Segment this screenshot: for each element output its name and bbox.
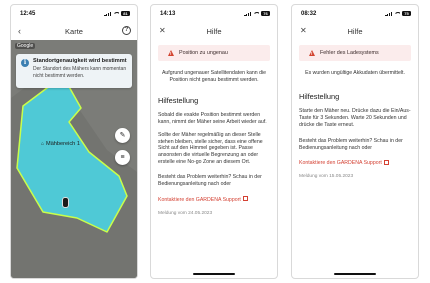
support-question: Besteht das Problem weiterhin? Schau in …: [299, 137, 403, 151]
mower-marker[interactable]: [62, 197, 69, 208]
cellular-signal-icon: [104, 11, 111, 16]
page-title: Hilfe: [347, 26, 363, 36]
map-layers-icon[interactable]: ≡: [115, 150, 130, 165]
battery-icon: 75: [402, 11, 411, 16]
help-screen-charging: 08:32 75 ✕ Hilfe Fehler des Ladesystems …: [291, 4, 419, 279]
nav-bar: ‹ Karte ?: [11, 22, 137, 40]
message-date: Meldung vom 24.05.2023: [158, 210, 213, 216]
status-icons: 81: [104, 11, 130, 16]
warning-icon: [168, 50, 174, 56]
section-title: Hilfestellung: [158, 95, 199, 105]
support-link-text[interactable]: Kontaktiere den GARDENA Support: [158, 197, 241, 203]
help-paragraph-1: Sobald die exakte Position bestimmt werd…: [158, 111, 267, 125]
notification-title: Standortgenauigkeit wird bestimmt: [33, 58, 127, 64]
warning-icon: [309, 50, 315, 56]
help-icon[interactable]: ?: [122, 26, 131, 35]
mowing-area-label[interactable]: ⌂ Mähbereich 1: [41, 141, 80, 147]
help-paragraph-2: Sollte der Mäher regelmäßig an dieser St…: [158, 131, 263, 166]
support-question: Besteht das Problem weiterhin? Schau in …: [158, 174, 262, 188]
wifi-icon: [253, 11, 259, 16]
battery-icon: 76: [261, 11, 270, 16]
alert-text: Fehler des Ladesystems: [320, 50, 379, 56]
alert-text: Position zu ungenau: [179, 50, 228, 56]
mowing-area-name: Mähbereich 1: [46, 141, 80, 147]
section-title: Hilfestellung: [299, 91, 340, 101]
notification-body: Der Standort des Mähers kann momentan ni…: [33, 66, 127, 79]
home-indicator: [334, 273, 376, 275]
external-link-icon: [383, 159, 389, 165]
help-screen-position: 14:13 76 ✕ Hilfe Position zu ungenau Auf…: [150, 4, 278, 279]
cellular-signal-icon: [385, 11, 392, 16]
close-icon[interactable]: ✕: [159, 25, 166, 37]
status-bar: 08:32 75: [292, 5, 418, 22]
support-link[interactable]: Kontaktiere den GARDENA Support: [158, 188, 270, 206]
support-link[interactable]: Kontaktiere den GARDENA Support: [299, 151, 411, 169]
status-bar: 14:13 76: [151, 5, 277, 22]
nav-bar: ✕ Hilfe: [292, 22, 418, 40]
pencil-icon[interactable]: ✎: [115, 128, 130, 143]
home-icon: ⌂: [41, 141, 45, 147]
page-title: Karte: [65, 26, 83, 36]
map-view[interactable]: Google i Standortgenauigkeit wird bestim…: [11, 40, 137, 278]
wifi-icon: [113, 11, 119, 16]
status-icons: 75: [385, 11, 411, 16]
error-alert: Position zu ungenau: [158, 45, 270, 61]
home-indicator: [193, 273, 235, 275]
map-logo: Google: [15, 43, 36, 49]
error-description: Es wurden ungültige Akkudaten übermittel…: [305, 70, 405, 76]
battery-icon: 81: [121, 11, 130, 16]
info-icon: i: [21, 59, 29, 67]
back-arrow-icon[interactable]: ‹: [18, 25, 21, 37]
status-time: 12:45: [20, 10, 36, 17]
status-time: 08:32: [301, 10, 317, 17]
message-date: Meldung vom 15.05.2023: [299, 174, 354, 180]
status-time: 14:13: [160, 10, 176, 17]
accuracy-notification: i Standortgenauigkeit wird bestimmt Der …: [16, 54, 132, 88]
help-content: Position zu ungenau Aufgrund ungenauer S…: [151, 45, 277, 216]
help-content: Fehler des Ladesystems Es wurden ungülti…: [292, 45, 418, 179]
error-alert: Fehler des Ladesystems: [299, 45, 411, 61]
error-description: Aufgrund ungenauer Satellitendaten kann …: [161, 70, 267, 83]
help-paragraph-1: Starte den Mäher neu. Drücke dazu die Ei…: [299, 107, 411, 128]
map-screen: 12:45 81 ‹ Karte ? Google i Standortgena…: [10, 4, 138, 279]
status-bar: 12:45 81: [11, 5, 137, 22]
nav-bar: ✕ Hilfe: [151, 22, 277, 40]
support-link-text[interactable]: Kontaktiere den GARDENA Support: [299, 160, 382, 166]
wifi-icon: [394, 11, 400, 16]
page-title: Hilfe: [206, 26, 222, 36]
cellular-signal-icon: [244, 11, 251, 16]
external-link-icon: [242, 196, 248, 202]
status-icons: 76: [244, 11, 270, 16]
close-icon[interactable]: ✕: [300, 25, 307, 37]
